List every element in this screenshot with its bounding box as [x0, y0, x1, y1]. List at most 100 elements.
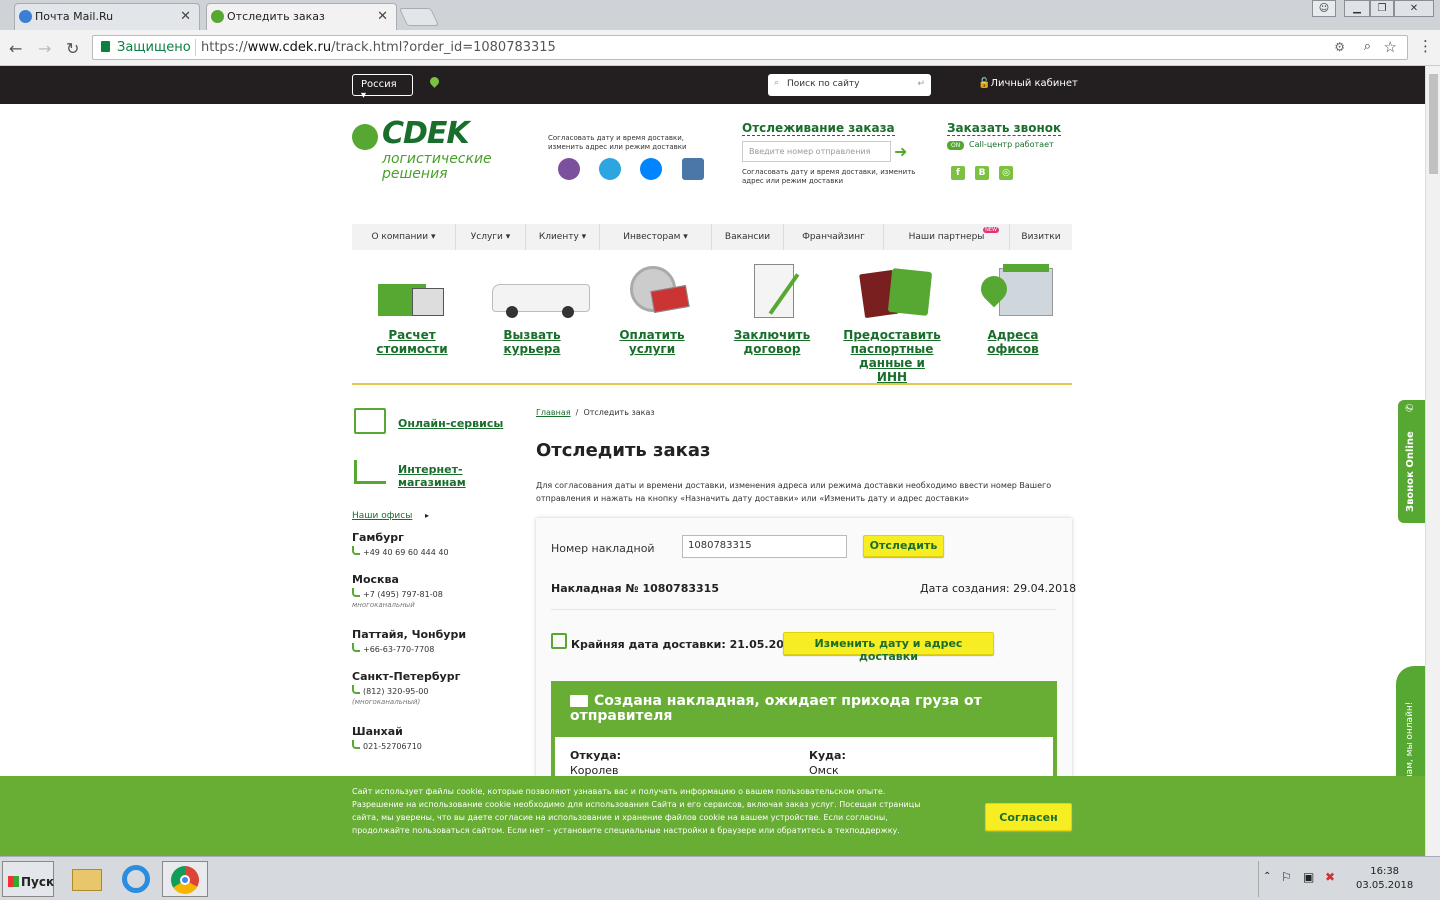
forward-icon[interactable]: → [38, 39, 51, 58]
monitor-icon [354, 408, 386, 434]
menu-item-franchise[interactable]: Франчайзинг [784, 224, 884, 250]
clock[interactable]: 16:38 03.05.2018 [1356, 865, 1413, 893]
tracking-placeholder: Введите номер отправления [749, 147, 871, 156]
telegram-icon[interactable] [599, 158, 621, 180]
internet-explorer-icon[interactable] [116, 861, 156, 897]
van-icon [492, 262, 590, 320]
office-city: Шанхай [352, 725, 403, 738]
facebook-icon[interactable]: f [951, 166, 965, 180]
call-online-tab[interactable]: ✆ Звонок Online [1398, 400, 1425, 523]
cookie-banner: Сайт использует файлы cookie, которые по… [0, 776, 1425, 856]
volume-muted-icon[interactable]: ✖ [1325, 870, 1335, 884]
close-icon[interactable]: ✕ [377, 9, 388, 24]
top-strip: Россия ▾ ⌕ Поиск по сайту ↵ 🔓Личный каби… [0, 66, 1425, 104]
messengers-note: Согласовать дату и время доставки, измен… [548, 134, 687, 151]
clipboard-icon [732, 262, 812, 320]
service-passport[interactable]: Предоставить паспортные данные и ИНН [842, 262, 942, 384]
vk-icon[interactable] [682, 158, 704, 180]
tracking-note: Согласовать дату и время доставки, измен… [742, 168, 916, 185]
invoice-value: 1080783315 [688, 540, 752, 551]
cookie-accept-button[interactable]: Согласен [985, 803, 1072, 831]
chrome-icon[interactable] [162, 861, 208, 897]
back-icon[interactable]: ← [9, 39, 22, 58]
change-date-address-button[interactable]: Изменить дату и адрес доставки [783, 632, 994, 663]
enter-icon: ↵ [917, 79, 925, 89]
close-icon[interactable]: ✕ [180, 9, 191, 24]
zoom-icon[interactable]: ⌕ [1364, 39, 1371, 54]
reload-icon[interactable]: ↻ [66, 39, 79, 58]
service-calc-cost[interactable]: Расчет стоимости [362, 262, 462, 356]
tab-mail[interactable]: Почта Mail.Ru ✕ [14, 3, 200, 30]
status-title: Создана накладная, ожидает прихода груза… [570, 693, 982, 724]
location-pin-icon[interactable] [428, 75, 441, 88]
tracking-title-link[interactable]: Отслеживание заказа [742, 121, 895, 136]
arrow-right-icon[interactable]: ➜ [894, 142, 907, 161]
instagram-icon[interactable]: ◎ [999, 166, 1013, 180]
office-phone[interactable]: +49 40 69 60 444 40 [352, 546, 449, 557]
office-note: многоканальный [352, 601, 415, 609]
minimize-button[interactable]: ▁ [1344, 0, 1370, 17]
tab-title: Почта Mail.Ru [35, 10, 114, 23]
tab-track-order[interactable]: Отследить заказ ✕ [206, 3, 397, 30]
secure-label: Защищено [117, 40, 191, 55]
office-city: Москва [352, 573, 399, 586]
track-button[interactable]: Отследить [863, 535, 944, 557]
windows-taskbar: Пуск ⌃ ⚐ ▣ ✖ 16:38 03.05.2018 [0, 856, 1440, 900]
our-offices-link[interactable]: Наши офисы [352, 511, 412, 521]
menu-item-services[interactable]: Услуги ▾ [456, 224, 526, 250]
partners-label: Наши партнеры [908, 232, 985, 242]
url-omnibox[interactable]: Защищено https://www.cdek.ru/track.html?… [92, 35, 1408, 60]
menu-item-vacancies[interactable]: Вакансии [712, 224, 784, 250]
start-button[interactable]: Пуск [2, 861, 54, 897]
passport-folder-icon [852, 262, 933, 320]
tray-expand-icon[interactable]: ⌃ [1263, 871, 1271, 882]
order-callback-link[interactable]: Заказать звонок [947, 121, 1062, 136]
maximize-button[interactable]: ❐ [1370, 0, 1394, 17]
messenger-icon[interactable] [640, 158, 662, 180]
from-label: Откуда: [570, 749, 622, 762]
vk-small-icon[interactable]: B [975, 166, 989, 180]
new-tab-button[interactable] [398, 8, 440, 26]
online-shops-link[interactable]: Интернет-магазинам [398, 463, 478, 489]
online-services-link[interactable]: Онлайн-сервисы [398, 417, 503, 430]
main-menu: О компании ▾ Услуги ▾ Клиенту ▾ Инвестор… [352, 224, 1072, 250]
service-label: Предоставить паспортные данные и ИНН [843, 328, 941, 384]
menu-item-investors[interactable]: Инвесторам ▾ [600, 224, 712, 250]
flag-icon[interactable]: ⚐ [1281, 870, 1292, 884]
header-tracking-input[interactable]: Введите номер отправления [742, 141, 891, 162]
office-building-icon [973, 262, 1053, 320]
service-call-courier[interactable]: Вызвать курьера [482, 262, 590, 356]
site-settings-icon[interactable]: ⚙ [1334, 40, 1345, 54]
office-phone[interactable]: (812) 320-95-00 [352, 685, 428, 696]
menu-item-client[interactable]: Клиенту ▾ [526, 224, 600, 250]
region-select[interactable]: Россия ▾ [352, 74, 413, 101]
service-pay[interactable]: Оплатить услуги [602, 262, 702, 356]
service-contract[interactable]: Заключить договор [722, 262, 822, 356]
office-phone[interactable]: 021-52706710 [352, 740, 422, 751]
menu-kebab-icon[interactable]: ⋮ [1418, 37, 1433, 55]
office-city: Санкт-Петербург [352, 670, 461, 683]
breadcrumb-home-link[interactable]: Главная [536, 408, 571, 417]
explorer-icon[interactable] [66, 861, 106, 897]
viber-icon[interactable] [558, 158, 580, 180]
service-offices[interactable]: Адреса офисов [962, 262, 1064, 356]
invoice-label: Номер накладной [551, 542, 655, 555]
network-icon[interactable]: ▣ [1303, 870, 1314, 884]
site-search-input[interactable]: ⌕ Поиск по сайту ↵ [768, 74, 931, 96]
scrollbar-thumb[interactable] [1429, 74, 1438, 174]
chevron-right-icon[interactable]: ▸ [425, 511, 429, 520]
divider [551, 609, 1056, 610]
page-viewport: Россия ▾ ⌕ Поиск по сайту ↵ 🔓Личный каби… [0, 66, 1425, 856]
user-icon[interactable]: ☺ [1312, 0, 1336, 17]
personal-cabinet-link[interactable]: 🔓Личный кабинет [978, 78, 1078, 89]
office-phone[interactable]: +66-63-770-7708 [352, 643, 434, 654]
page-scrollbar[interactable] [1425, 66, 1440, 856]
menu-item-partners[interactable]: Наши партнеры NEW [884, 224, 1010, 250]
bookmark-star-icon[interactable]: ☆ [1384, 38, 1397, 56]
window-close-button[interactable]: ✕ [1394, 0, 1434, 17]
invoice-number-input[interactable]: 1080783315 [682, 535, 847, 558]
menu-item-company[interactable]: О компании ▾ [352, 224, 456, 250]
office-phone[interactable]: +7 (495) 797-81-08 [352, 588, 443, 599]
menu-item-cards[interactable]: Визитки [1010, 224, 1072, 250]
phone-icon: ✆ [1405, 403, 1416, 412]
